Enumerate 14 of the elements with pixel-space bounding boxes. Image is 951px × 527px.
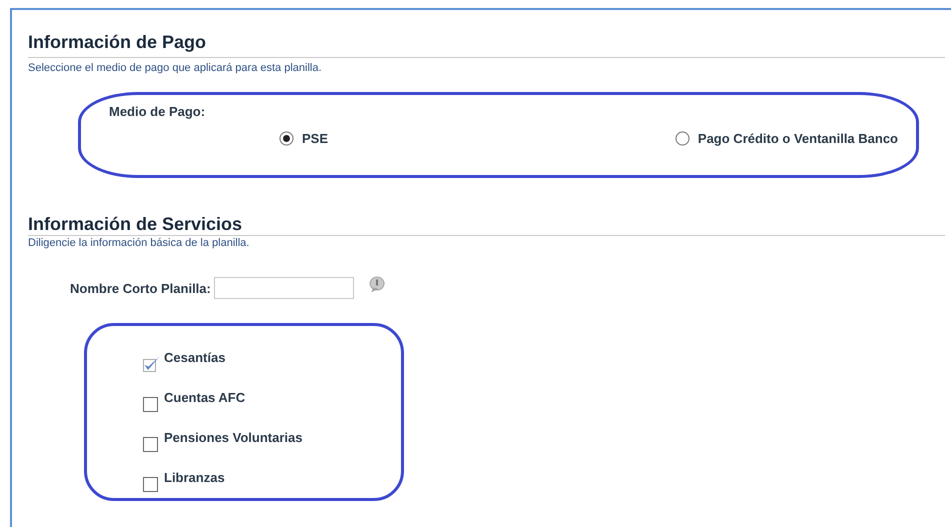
field-label: Nombre Corto Planilla: <box>70 280 211 296</box>
radio-option[interactable]: Pago Crédito o Ventanilla Banco <box>674 131 898 146</box>
checkbox-option[interactable]: Cuentas AFC <box>143 390 401 413</box>
section-subtitle: Seleccione el medio de pago que aplicará para esta planilla. <box>28 62 323 74</box>
checkbox-option[interactable]: Pensiones Voluntarias <box>143 430 401 453</box>
input-field[interactable] <box>214 277 354 299</box>
checkbox-option[interactable]: Libranzas <box>143 470 401 493</box>
radio-option[interactable]: PSE <box>279 131 328 146</box>
info-bubble-icon[interactable] <box>368 276 385 292</box>
section-title: Información de Servicios <box>28 214 244 235</box>
section-title: Información de Pago <box>28 31 208 53</box>
checkbox-option[interactable]: Cesantías <box>143 350 401 373</box>
field-label: Medio de Pago: <box>109 104 206 119</box>
section-subtitle: Diligencie la información básica de la planilla. <box>28 237 250 249</box>
